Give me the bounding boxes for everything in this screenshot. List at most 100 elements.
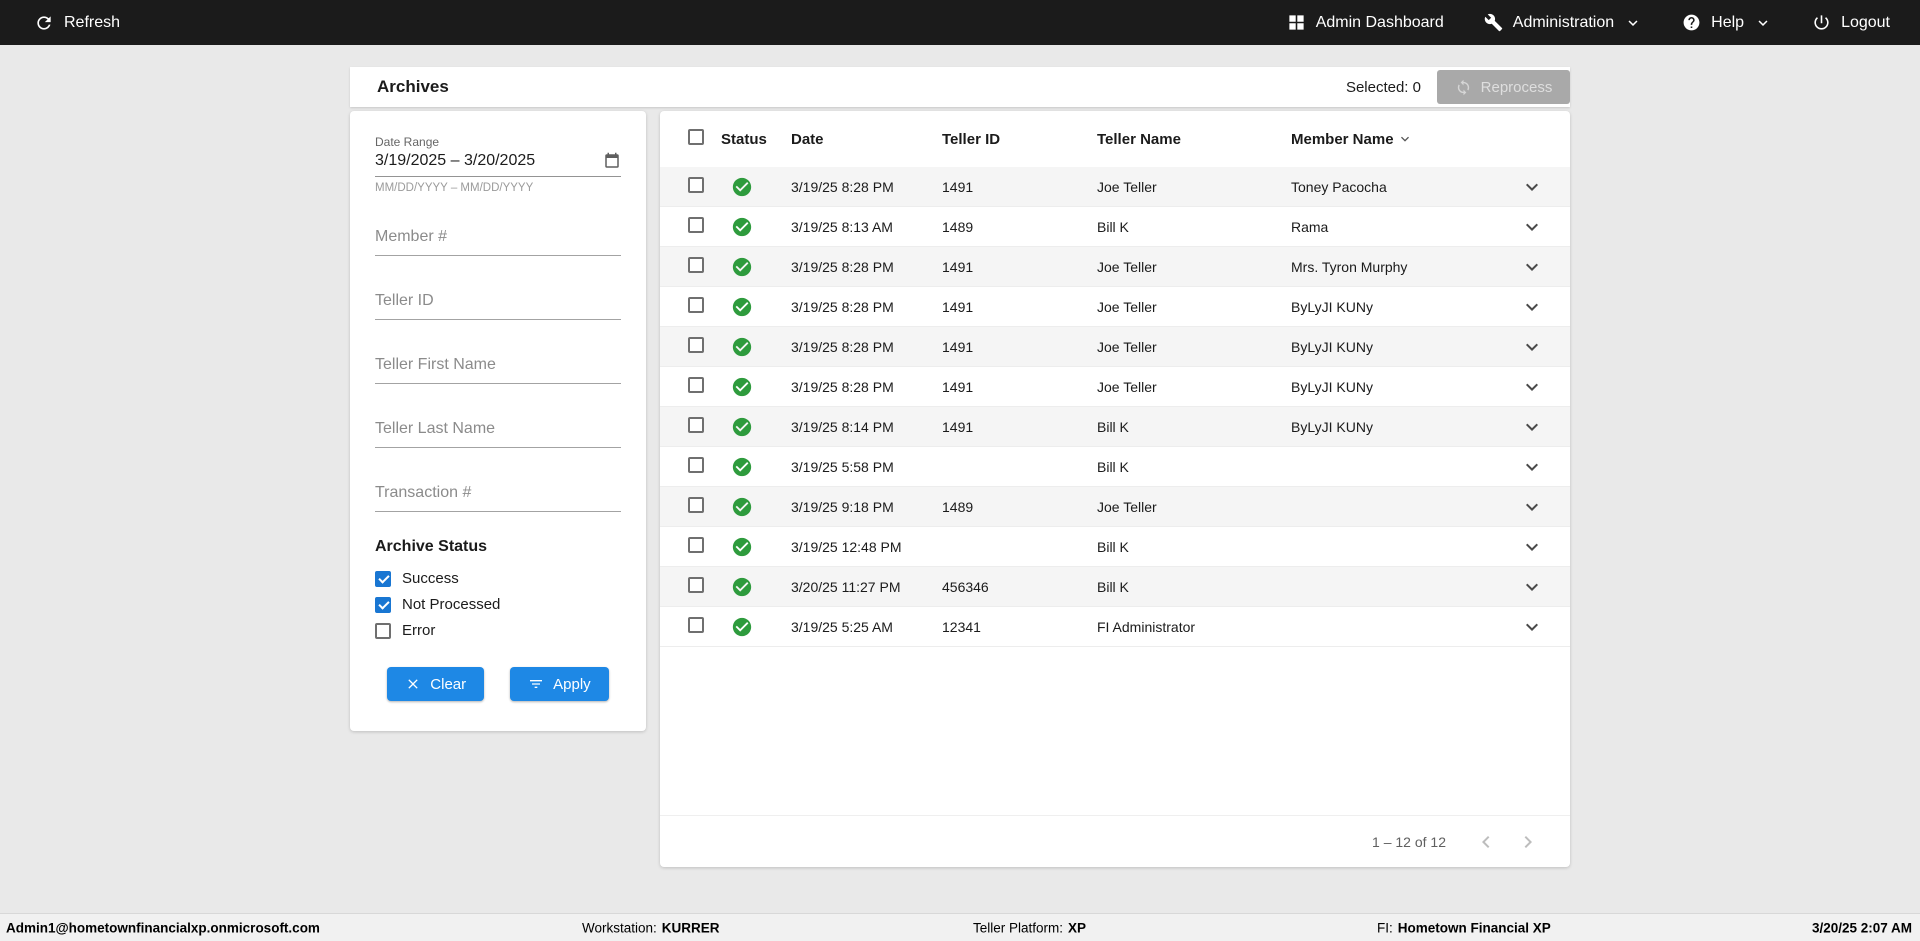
clear-button[interactable]: Clear bbox=[387, 667, 485, 701]
expand-row-icon[interactable] bbox=[1520, 335, 1544, 359]
archive-status-option[interactable]: Error bbox=[375, 622, 621, 639]
expand-row-icon[interactable] bbox=[1520, 175, 1544, 199]
archive-status-option[interactable]: Success bbox=[375, 570, 621, 587]
teller-id-cell: 1489 bbox=[942, 498, 974, 515]
administration-menu[interactable]: Administration bbox=[1484, 13, 1642, 32]
logout-button[interactable]: Logout bbox=[1812, 13, 1890, 32]
row-checkbox[interactable] bbox=[688, 377, 704, 393]
date-cell: 3/19/25 8:28 PM bbox=[791, 378, 894, 395]
archive-status-option[interactable]: Not Processed bbox=[375, 596, 621, 613]
teller-id-input[interactable] bbox=[375, 282, 621, 320]
teller-id-cell: 1491 bbox=[942, 378, 974, 395]
column-header-teller-name[interactable]: Teller Name bbox=[1091, 131, 1285, 148]
date-range-label: Date Range bbox=[375, 135, 440, 149]
admin-dashboard-button[interactable]: Admin Dashboard bbox=[1287, 13, 1444, 32]
expand-row-icon[interactable] bbox=[1520, 215, 1544, 239]
next-page-icon[interactable] bbox=[1516, 830, 1540, 854]
table-row: 3/19/25 5:25 AM 12341 FI Administrator bbox=[660, 607, 1570, 647]
refresh-button[interactable]: Refresh bbox=[34, 13, 120, 33]
success-status-icon bbox=[731, 336, 785, 358]
page-range-label: 1 – 12 of 12 bbox=[1372, 833, 1446, 850]
status-filter-checkbox[interactable] bbox=[375, 622, 391, 639]
column-header-date[interactable]: Date bbox=[785, 131, 936, 148]
dashboard-grid-icon bbox=[1289, 15, 1304, 30]
expand-row-icon[interactable] bbox=[1520, 295, 1544, 319]
row-checkbox[interactable] bbox=[688, 617, 704, 633]
success-status-icon bbox=[731, 496, 785, 518]
date-range-input[interactable] bbox=[375, 152, 603, 170]
expand-row-icon[interactable] bbox=[1520, 415, 1544, 439]
teller-id-cell: 456346 bbox=[942, 578, 989, 595]
filter-actions: Clear Apply bbox=[375, 667, 621, 701]
member-name-cell: Mrs. Tyron Murphy bbox=[1291, 258, 1408, 275]
date-cell: 3/19/25 9:18 PM bbox=[791, 498, 894, 515]
column-header-member-name[interactable]: Member Name bbox=[1285, 131, 1494, 148]
expand-row-icon[interactable] bbox=[1520, 255, 1544, 279]
success-status-icon bbox=[731, 576, 785, 598]
expand-row-icon[interactable] bbox=[1520, 575, 1544, 599]
table-row: 3/19/25 8:28 PM 1491 Joe Teller ByLyJI K… bbox=[660, 367, 1570, 407]
table-row: 3/19/25 5:58 PM Bill K bbox=[660, 447, 1570, 487]
table-row: 3/19/25 8:14 PM 1491 Bill K ByLyJI KUNy bbox=[660, 407, 1570, 447]
workstation-info: Workstation: KURRER bbox=[582, 920, 720, 935]
row-checkbox[interactable] bbox=[688, 577, 704, 593]
expand-row-icon[interactable] bbox=[1520, 535, 1544, 559]
clear-x-icon bbox=[408, 679, 418, 689]
teller-first-name-input[interactable] bbox=[375, 346, 621, 384]
current-datetime: 3/20/25 2:07 AM bbox=[1811, 920, 1912, 935]
row-checkbox[interactable] bbox=[688, 457, 704, 473]
filter-panel: Date Range MM/DD/YYYY – MM/DD/YYYY Archi… bbox=[350, 111, 646, 731]
success-status-icon bbox=[731, 376, 785, 398]
expand-row-icon[interactable] bbox=[1520, 615, 1544, 639]
table-row: 3/19/25 8:28 PM 1491 Joe Teller ByLyJI K… bbox=[660, 287, 1570, 327]
help-menu[interactable]: Help bbox=[1682, 13, 1772, 32]
reprocess-button[interactable]: Reprocess bbox=[1437, 70, 1570, 104]
previous-page-icon[interactable] bbox=[1474, 830, 1498, 854]
teller-id-cell: 12341 bbox=[942, 618, 981, 635]
table-row: 3/19/25 8:13 AM 1489 Bill K Rama bbox=[660, 207, 1570, 247]
page-header-actions: Selected: 0 Reprocess bbox=[1346, 67, 1570, 107]
teller-name-cell: FI Administrator bbox=[1097, 618, 1196, 635]
row-checkbox[interactable] bbox=[688, 497, 704, 513]
expand-row-icon[interactable] bbox=[1520, 375, 1544, 399]
row-checkbox[interactable] bbox=[688, 537, 704, 553]
refresh-icon bbox=[37, 15, 51, 30]
reprocess-label: Reprocess bbox=[1480, 78, 1553, 96]
teller-name-cell: Joe Teller bbox=[1097, 258, 1157, 275]
column-header-teller-id[interactable]: Teller ID bbox=[936, 131, 1091, 148]
member-name-cell: ByLyJI KUNy bbox=[1291, 298, 1373, 315]
member-name-cell: Toney Pacocha bbox=[1291, 178, 1387, 195]
main-content: Archives Selected: 0 Reprocess Date Rang… bbox=[0, 45, 1920, 913]
fi-value: Hometown Financial XP bbox=[1397, 920, 1551, 935]
status-filter-checkbox[interactable] bbox=[375, 596, 391, 613]
expand-row-icon[interactable] bbox=[1520, 495, 1544, 519]
column-header-status[interactable]: Status bbox=[715, 131, 785, 148]
transaction-number-input[interactable] bbox=[375, 474, 621, 512]
expand-row-icon[interactable] bbox=[1520, 455, 1544, 479]
row-checkbox[interactable] bbox=[688, 297, 704, 313]
row-checkbox[interactable] bbox=[688, 177, 704, 193]
table-row: 3/19/25 8:28 PM 1491 Joe Teller ByLyJI K… bbox=[660, 327, 1570, 367]
clear-label: Clear bbox=[430, 675, 467, 693]
status-filter-checkbox[interactable] bbox=[375, 570, 391, 587]
workstation-value: KURRER bbox=[661, 920, 720, 935]
success-status-icon bbox=[731, 616, 785, 638]
teller-id-cell: 1491 bbox=[942, 338, 974, 355]
success-status-icon bbox=[731, 296, 785, 318]
status-bar: Admin1@hometownfinancialxp.onmicrosoft.c… bbox=[0, 913, 1920, 941]
row-checkbox[interactable] bbox=[688, 217, 704, 233]
apply-button[interactable]: Apply bbox=[510, 667, 609, 701]
row-checkbox[interactable] bbox=[688, 257, 704, 273]
admin-dashboard-label: Admin Dashboard bbox=[1315, 13, 1444, 31]
teller-platform-info: Teller Platform: XP bbox=[973, 920, 1086, 935]
topbar-right-group: Admin Dashboard Administration Help Logo… bbox=[1287, 13, 1890, 32]
teller-name-cell: Joe Teller bbox=[1097, 378, 1157, 395]
member-number-input[interactable] bbox=[375, 218, 621, 256]
status-filter-label: Error bbox=[402, 622, 436, 639]
calendar-icon[interactable] bbox=[603, 152, 621, 170]
select-all-checkbox[interactable] bbox=[688, 129, 704, 145]
chevron-down-icon bbox=[1758, 19, 1768, 26]
row-checkbox[interactable] bbox=[688, 337, 704, 353]
teller-last-name-input[interactable] bbox=[375, 410, 621, 448]
row-checkbox[interactable] bbox=[688, 417, 704, 433]
